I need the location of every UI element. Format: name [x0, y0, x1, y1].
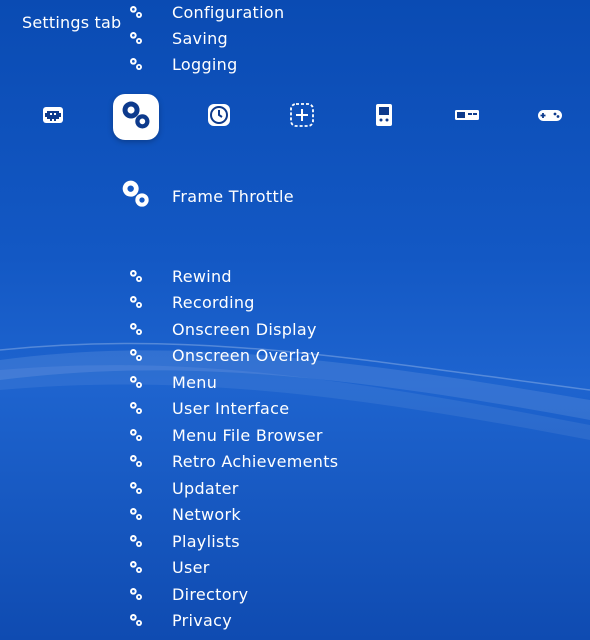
- menu-item-onscreen-overlay[interactable]: Onscreen Overlay: [128, 343, 320, 367]
- menu-item-label: User: [172, 557, 210, 577]
- menu-item-label: Recording: [172, 292, 255, 312]
- settings-gears-icon: [128, 320, 146, 338]
- handheld-console-icon: [370, 101, 398, 133]
- menu-item-label: Menu: [172, 372, 218, 392]
- menu-item-label: User Interface: [172, 398, 290, 418]
- tab-settings[interactable]: [113, 94, 159, 140]
- settings-gears-icon: [128, 426, 146, 444]
- menu-item-label: Configuration: [172, 2, 285, 22]
- settings-gears-icon: [128, 346, 146, 364]
- menu-item-updater[interactable]: Updater: [128, 476, 238, 500]
- tab-main-menu[interactable]: [39, 103, 67, 131]
- settings-gears-icon: [128, 452, 146, 470]
- menu-item-logging[interactable]: Logging: [128, 52, 237, 76]
- settings-gears-icon: [119, 98, 153, 136]
- menu-item-saving[interactable]: Saving: [128, 26, 228, 50]
- tab-handheld[interactable]: [370, 103, 398, 131]
- menu-item-label: Playlists: [172, 531, 240, 551]
- menu-item-rewind[interactable]: Rewind: [128, 264, 232, 288]
- menu-item-playlists[interactable]: Playlists: [128, 529, 240, 553]
- gamepad-icon: [536, 101, 564, 133]
- settings-gears-icon: [120, 178, 152, 214]
- menu-item-user[interactable]: User: [128, 555, 209, 579]
- settings-gears-icon: [128, 267, 146, 285]
- settings-gears-icon: [128, 399, 146, 417]
- menu-item-user-interface[interactable]: User Interface: [128, 396, 289, 420]
- history-clock-icon: [205, 101, 233, 133]
- menu-item-label: Logging: [172, 54, 238, 74]
- settings-gears-icon: [128, 29, 146, 47]
- nes-console-icon: [453, 101, 481, 133]
- settings-gears-icon: [128, 505, 146, 523]
- tab-console[interactable]: [453, 103, 481, 131]
- menu-item-label: Saving: [172, 28, 228, 48]
- tab-gamepad[interactable]: [536, 103, 564, 131]
- menu-item-retro-achievements[interactable]: Retro Achievements: [128, 449, 338, 473]
- menu-item-label: Rewind: [172, 266, 232, 286]
- tab-add-content[interactable]: [288, 103, 316, 131]
- menu-item-label: Onscreen Overlay: [172, 345, 321, 365]
- add-content-icon: [288, 101, 316, 133]
- menu-item-label: Frame Throttle: [172, 186, 294, 206]
- settings-gears-icon: [128, 585, 146, 603]
- menu-item-menu[interactable]: Menu: [128, 370, 217, 394]
- menu-item-label: Onscreen Display: [172, 319, 317, 339]
- menu-item-configuration[interactable]: Configuration: [128, 0, 284, 24]
- settings-gears-icon: [128, 611, 146, 629]
- settings-gears-icon: [128, 532, 146, 550]
- settings-gears-icon: [128, 558, 146, 576]
- settings-gears-icon: [128, 373, 146, 391]
- menu-item-label: Menu File Browser: [172, 425, 323, 445]
- settings-gears-icon: [128, 55, 146, 73]
- menu-item-directory[interactable]: Directory: [128, 582, 248, 606]
- settings-gears-icon: [128, 479, 146, 497]
- menu-item-label: Retro Achievements: [172, 451, 339, 471]
- menu-item-recording[interactable]: Recording: [128, 290, 254, 314]
- menu-item-network[interactable]: Network: [128, 502, 241, 526]
- menu-item-menu-file-browser[interactable]: Menu File Browser: [128, 423, 323, 447]
- settings-gears-icon: [128, 293, 146, 311]
- menu-item-privacy[interactable]: Privacy: [128, 608, 232, 632]
- space-invader-icon: [39, 101, 67, 133]
- menu-item-frame-throttle[interactable]: Frame Throttle: [120, 178, 294, 214]
- page-title: Settings tab: [22, 13, 122, 32]
- tab-history[interactable]: [205, 103, 233, 131]
- menu-item-label: Network: [172, 504, 241, 524]
- menu-item-label: Directory: [172, 584, 249, 604]
- menu-item-label: Privacy: [172, 610, 233, 630]
- menu-item-onscreen-display[interactable]: Onscreen Display: [128, 317, 316, 341]
- settings-gears-icon: [128, 3, 146, 21]
- menu-item-label: Updater: [172, 478, 239, 498]
